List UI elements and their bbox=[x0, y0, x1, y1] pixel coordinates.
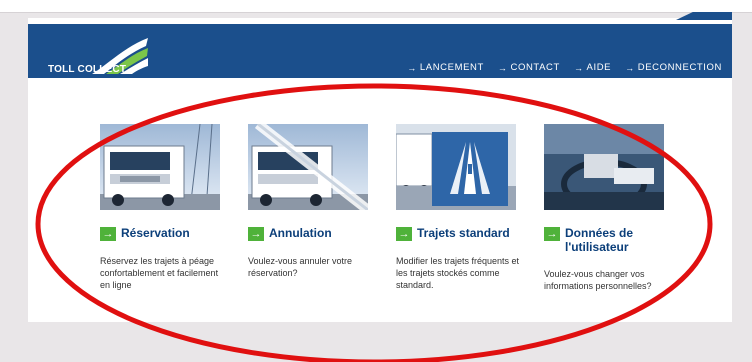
card-description: Modifier les trajets fréquents et les tr… bbox=[396, 256, 520, 290]
road-sign-photo-icon[interactable] bbox=[396, 124, 516, 210]
nav-deconnection[interactable]: → DECONNECTION bbox=[625, 62, 722, 73]
header-tab-corner bbox=[676, 12, 732, 20]
card-annulation[interactable]: → Annulation Voulez-vous annuler votre r… bbox=[248, 124, 378, 279]
card-description: Voulez-vous changer vos informations per… bbox=[544, 269, 652, 291]
arrow-right-icon: → bbox=[407, 62, 417, 73]
card-title[interactable]: Trajets standard bbox=[417, 226, 510, 240]
site-header: TOLL COLLECT → LANCEMENT → CONTACT → AID… bbox=[28, 24, 732, 78]
nav-contact[interactable]: → CONTACT bbox=[498, 62, 560, 73]
card-title[interactable]: Annulation bbox=[269, 226, 332, 240]
nav-label: DECONNECTION bbox=[637, 62, 722, 73]
nav-label: AIDE bbox=[586, 62, 612, 73]
nav-label: LANCEMENT bbox=[419, 62, 484, 73]
green-arrow-icon: → bbox=[248, 227, 264, 241]
nav-aide[interactable]: → AIDE bbox=[574, 62, 611, 73]
nav-lancement[interactable]: → LANCEMENT bbox=[407, 62, 484, 73]
nav-label: CONTACT bbox=[510, 62, 560, 73]
card-donnees-utilisateur[interactable]: → Données de l'utilisateur Voulez-vous c… bbox=[544, 124, 674, 292]
browser-top-strip bbox=[0, 0, 752, 13]
card-reservation[interactable]: → Réservation Réservez les trajets à péa… bbox=[100, 124, 230, 291]
card-title-row[interactable]: → Réservation bbox=[100, 226, 230, 241]
brand-logo-text: TOLL COLLECT bbox=[48, 64, 127, 75]
truck-cancelled-photo-icon[interactable] bbox=[248, 124, 368, 210]
card-title[interactable]: Données de l'utilisateur bbox=[565, 226, 674, 254]
green-arrow-icon: → bbox=[396, 227, 412, 241]
driver-photo-icon[interactable] bbox=[544, 124, 664, 210]
card-title-row[interactable]: → Annulation bbox=[248, 226, 378, 241]
card-title[interactable]: Réservation bbox=[121, 226, 190, 240]
card-trajets-standard[interactable]: → Trajets standard Modifier les trajets … bbox=[396, 124, 526, 291]
arrow-right-icon: → bbox=[573, 62, 584, 73]
card-title-row[interactable]: → Données de l'utilisateur bbox=[544, 226, 674, 254]
main-panel: TOLL COLLECT → LANCEMENT → CONTACT → AID… bbox=[28, 12, 732, 322]
arrow-right-icon: → bbox=[497, 62, 508, 73]
truck-photo-icon[interactable] bbox=[100, 124, 220, 210]
card-description: Voulez-vous annuler votre réservation? bbox=[248, 256, 353, 278]
card-title-row[interactable]: → Trajets standard bbox=[396, 226, 526, 241]
top-nav: → LANCEMENT → CONTACT → AIDE → DECONNECT… bbox=[407, 62, 722, 73]
card-description: Réservez les trajets à péage confortable… bbox=[100, 256, 219, 290]
green-arrow-icon: → bbox=[100, 227, 116, 241]
arrow-right-icon: → bbox=[625, 62, 635, 73]
green-arrow-icon: → bbox=[544, 227, 560, 241]
